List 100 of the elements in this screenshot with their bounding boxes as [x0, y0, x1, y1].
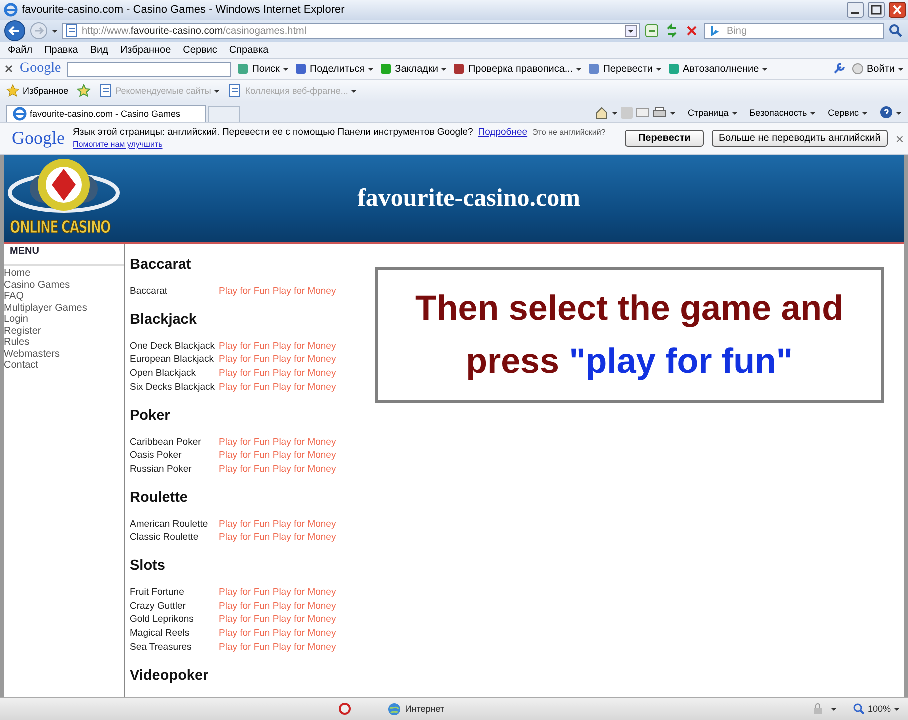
- nav-link[interactable]: FAQ: [4, 291, 124, 302]
- game-name: Sea Treasures: [130, 640, 193, 655]
- caret-icon: [351, 88, 358, 94]
- add-favorite-icon[interactable]: [76, 84, 91, 98]
- caret-icon: [810, 110, 816, 116]
- print-icon[interactable]: [652, 106, 667, 120]
- translate-message: Язык этой страницы: английский. Перевести ее с помощью Панели инструментов Google?: [73, 127, 474, 138]
- game-name: Caribbean Poker: [130, 436, 202, 450]
- caret-icon: [732, 110, 738, 116]
- caret-icon: [368, 66, 374, 72]
- section-heading: Poker: [130, 406, 172, 425]
- game-name: Baccarat: [130, 285, 168, 299]
- tool-icon: [294, 63, 307, 75]
- back-button[interactable]: [4, 20, 26, 42]
- tool-icon: [453, 63, 466, 75]
- sign-in-button[interactable]: Войти: [852, 63, 904, 75]
- close-icon[interactable]: [4, 64, 14, 74]
- page-icon: [65, 24, 79, 38]
- game-name: American Roulette: [130, 518, 210, 532]
- browser-tab[interactable]: favourite-casino.com - Casino Games: [6, 105, 206, 122]
- section-heading: Roulette: [130, 488, 189, 507]
- zoom-icon: [852, 703, 865, 715]
- menu-item[interactable]: Правка: [44, 44, 78, 56]
- game-name: Russian Poker: [130, 462, 193, 477]
- caret-icon: [894, 706, 900, 712]
- caret-icon: [612, 110, 618, 116]
- caret-icon: [762, 66, 768, 72]
- blocked-icon: [338, 702, 352, 716]
- game-name: European Blackjack: [130, 353, 215, 368]
- favorites-button[interactable]: Избранное: [6, 84, 69, 98]
- menu-item[interactable]: Справка: [229, 44, 269, 56]
- nav-link[interactable]: Register: [4, 326, 124, 337]
- zone-indicator: Интернет: [358, 702, 475, 716]
- game-name: Magical Reels: [130, 627, 191, 641]
- not-english-note: Это не английский?: [532, 128, 606, 137]
- wrench-icon[interactable]: [832, 62, 846, 76]
- google-search-field[interactable]: [67, 62, 232, 76]
- toolbar-button[interactable]: Поделиться: [294, 63, 374, 75]
- menu-item[interactable]: Вид: [90, 44, 108, 56]
- url-text: http://www.favourite-casino.com/casinogames.html: [82, 26, 307, 36]
- caret-icon: [896, 110, 902, 116]
- tool-icon: [588, 63, 600, 75]
- close-button[interactable]: ×: [896, 130, 904, 146]
- translate-button[interactable]: Перевести: [625, 130, 704, 147]
- command-button[interactable]: Сервис: [828, 103, 868, 122]
- home-icon[interactable]: [594, 106, 609, 120]
- minimize-button[interactable]: [847, 2, 864, 18]
- maximize-button[interactable]: [868, 2, 885, 18]
- browser-icon: [4, 3, 18, 17]
- menu-item[interactable]: Файл: [8, 44, 33, 56]
- toolbar-button[interactable]: Автозаполнение: [668, 63, 768, 75]
- toolbar-button[interactable]: Перевести: [588, 63, 662, 75]
- caret-icon: [862, 110, 868, 116]
- toolbar-button[interactable]: Проверка правописа...: [453, 63, 582, 75]
- zoom-button[interactable]: 100%: [852, 703, 900, 715]
- nav-link[interactable]: Login: [4, 314, 124, 326]
- window-title: favourite-casino.com - Casino Games - Windows Internet Explorer: [22, 4, 346, 16]
- nav-link[interactable]: Rules: [4, 337, 124, 348]
- google-logo: Google: [12, 128, 65, 149]
- menu-item[interactable]: Сервис: [183, 44, 218, 56]
- nav-link[interactable]: Multiplayer Games: [4, 302, 124, 314]
- game-name: Open Blackjack: [130, 367, 198, 381]
- caret-icon: [282, 66, 289, 72]
- nav-link[interactable]: Contact: [4, 360, 124, 372]
- browser-icon: [13, 107, 27, 121]
- game-name: Gold Leprikons: [130, 613, 195, 628]
- user-icon: [852, 63, 864, 75]
- tool-icon: [380, 63, 392, 75]
- game-name: Oasis Poker: [130, 449, 183, 463]
- search-icon[interactable]: [888, 23, 904, 39]
- tool-icon: [237, 63, 250, 75]
- page-icon: [98, 84, 113, 98]
- compatibility-icon[interactable]: [644, 23, 660, 39]
- game-name: Classic Roulette: [130, 531, 200, 546]
- google-logo: Google: [20, 61, 62, 77]
- caret-icon: [52, 28, 58, 34]
- section-heading: Slots: [130, 557, 166, 576]
- toolbar-button[interactable]: Закладки: [380, 63, 448, 75]
- close-button[interactable]: [889, 2, 906, 18]
- never-translate-button[interactable]: Больше не переводить английский: [712, 130, 888, 147]
- menu-item[interactable]: Избранное: [120, 44, 172, 56]
- nav-link[interactable]: Webmasters: [4, 348, 124, 360]
- more-link[interactable]: Подробнее: [478, 127, 528, 138]
- address-field[interactable]: http://www.favourite-casino.com/casinogames.html: [62, 23, 640, 39]
- section-heading: Blackjack: [130, 310, 198, 329]
- caret-icon: [830, 706, 837, 712]
- nav-link[interactable]: Casino Games: [4, 280, 124, 291]
- caret-icon: [441, 66, 448, 72]
- help-icon[interactable]: [880, 106, 893, 119]
- search-field[interactable]: Bing: [704, 23, 884, 39]
- toolbar-button[interactable]: Поиск: [237, 63, 289, 75]
- nav-link[interactable]: Home: [4, 268, 124, 280]
- logo-text: ONLINE CASINO: [10, 218, 110, 238]
- command-button[interactable]: Страница: [688, 103, 738, 122]
- tool-icon: [668, 63, 680, 75]
- help-link[interactable]: Помогите нам улучшить: [73, 140, 163, 149]
- caret-icon: [670, 110, 676, 116]
- game-name: Six Decks Blackjack: [130, 380, 216, 395]
- dropdown-icon[interactable]: [625, 25, 637, 37]
- command-button[interactable]: Безопасность: [750, 103, 816, 122]
